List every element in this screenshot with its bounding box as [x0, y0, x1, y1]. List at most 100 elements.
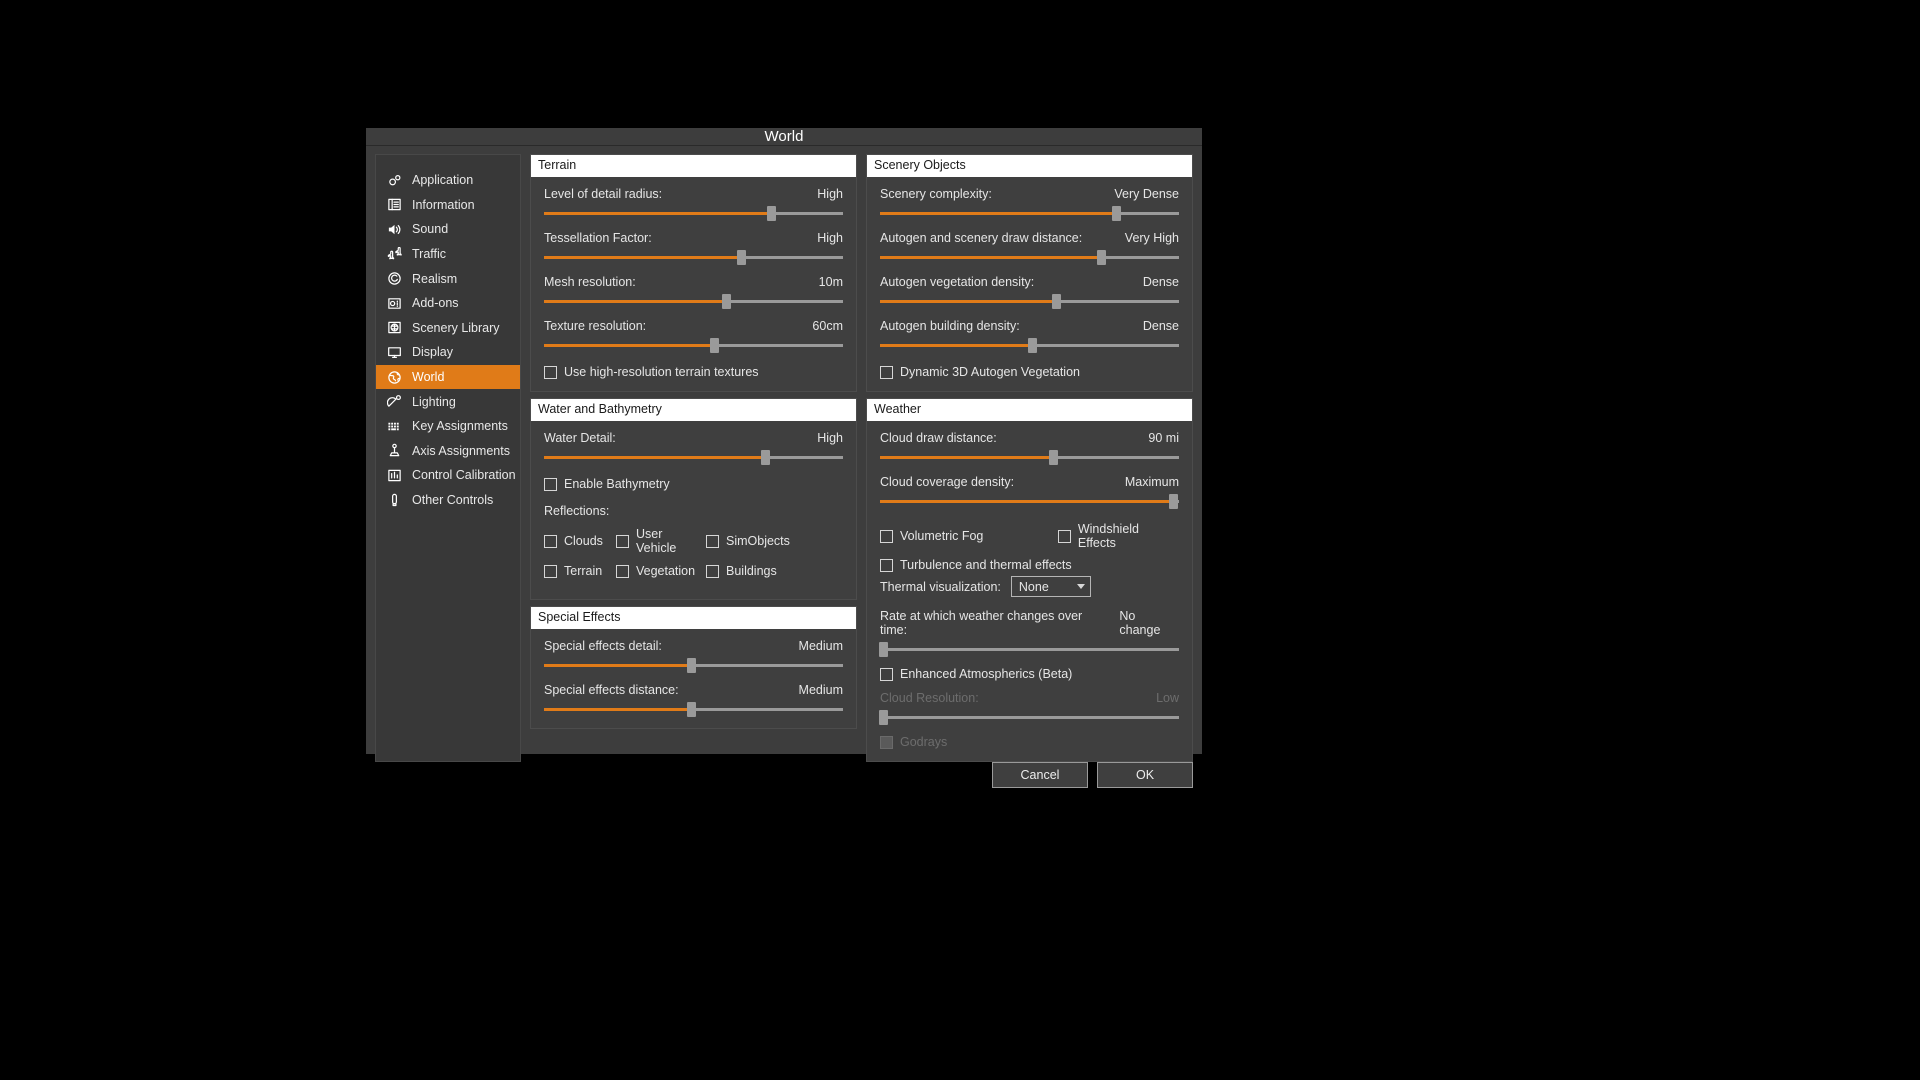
- slider-water-detail[interactable]: [544, 450, 843, 465]
- panel-weather-title: Weather: [867, 399, 1192, 421]
- sidebar-item-application[interactable]: Application: [376, 168, 520, 193]
- slider-texture-resolution[interactable]: [544, 338, 843, 353]
- checkbox-turbulence-thermal-effects[interactable]: Turbulence and thermal effects: [880, 558, 1179, 572]
- cancel-button[interactable]: Cancel: [992, 762, 1088, 788]
- slider-value: Very High: [1124, 231, 1179, 245]
- sidebar-item-other-controls[interactable]: Other Controls: [376, 488, 520, 513]
- panel-terrain: Terrain Level of detail radius: High Tesse…: [530, 154, 857, 392]
- checkbox-user-vehicle[interactable]: User Vehicle: [616, 527, 706, 555]
- sidebar-item-display[interactable]: Display: [376, 340, 520, 365]
- checkbox-box: [880, 529, 893, 543]
- slider-special-effects-detail[interactable]: [544, 658, 843, 673]
- slider-knob[interactable]: [722, 294, 732, 309]
- slider-knob[interactable]: [1028, 338, 1038, 353]
- slider-label: Special effects distance:: [544, 683, 679, 697]
- sidebar-item-label: Traffic: [412, 247, 447, 262]
- checkbox-clouds[interactable]: Clouds: [544, 527, 616, 555]
- aircraft-traffic-icon: [386, 246, 403, 263]
- slider-knob[interactable]: [1052, 294, 1062, 309]
- sidebar-item-traffic[interactable]: Traffic: [376, 242, 520, 267]
- checkbox-label: Turbulence and thermal effects: [900, 558, 1072, 572]
- checkbox-enhanced-atmospherics[interactable]: Enhanced Atmospherics (Beta): [880, 667, 1179, 681]
- thermal-visualization-value: None: [1018, 579, 1049, 594]
- slider-knob[interactable]: [1097, 250, 1107, 265]
- slider-label: Autogen vegetation density:: [880, 275, 1035, 289]
- slider-scenery-complexity[interactable]: [880, 206, 1179, 221]
- checkbox-box: [544, 477, 557, 491]
- slider-label: Cloud coverage density:: [880, 475, 1015, 489]
- slider-tessellation-factor[interactable]: [544, 250, 843, 265]
- slider-label-row: Level of detail radius: High: [544, 187, 843, 201]
- slider-knob[interactable]: [737, 250, 747, 265]
- slider-label-row: Autogen vegetation density: Dense: [880, 275, 1179, 289]
- checkbox-label: Clouds: [564, 534, 603, 548]
- sidebar-item-label: Add-ons: [412, 296, 459, 311]
- slider-label: Level of detail radius:: [544, 187, 663, 201]
- slider-value: Dense: [1142, 275, 1179, 289]
- checkbox-dynamic-3d-autogen-vegetation[interactable]: Dynamic 3D Autogen Vegetation: [880, 365, 1179, 379]
- sidebar-item-sound[interactable]: Sound: [376, 217, 520, 242]
- slider-cloud-coverage-density[interactable]: [880, 494, 1179, 509]
- sidebar-item-scenery-library[interactable]: Scenery Library: [376, 316, 520, 341]
- checkbox-enable-bathymetry[interactable]: Enable Bathymetry: [544, 477, 843, 491]
- settings-columns: Terrain Level of detail radius: High Tesse…: [530, 154, 1193, 762]
- scenery-sliders: Scenery complexity: Very Dense Autogen and…: [880, 187, 1179, 353]
- slider-knob[interactable]: [686, 702, 696, 717]
- settings-sidebar: Application Information Sound Traffic Realis…: [375, 154, 521, 762]
- checkbox-volumetric-fog[interactable]: Volumetric Fog: [880, 522, 1058, 550]
- speaker-icon: [386, 221, 403, 238]
- sidebar-item-add-ons[interactable]: Add-ons: [376, 291, 520, 316]
- controls-icon: [386, 492, 403, 509]
- slider-label-row: Texture resolution: 60cm: [544, 319, 843, 333]
- sidebar-item-information[interactable]: Information: [376, 193, 520, 218]
- slider-label-row: Tessellation Factor: High: [544, 231, 843, 245]
- sidebar-item-control-calibration[interactable]: Control Calibration: [376, 463, 520, 488]
- slider-autogen-and-scenery-draw-distance[interactable]: [880, 250, 1179, 265]
- slider-knob[interactable]: [767, 206, 777, 221]
- checkbox-windshield-effects[interactable]: Windshield Effects: [1057, 522, 1179, 550]
- sidebar-item-world[interactable]: World: [376, 364, 520, 390]
- panel-weather: Weather Cloud draw distance: 90 mi Cloud c…: [866, 398, 1193, 762]
- sidebar-item-lighting[interactable]: Lighting: [376, 389, 520, 414]
- checkbox-box: [880, 735, 893, 749]
- slider-value: 90 mi: [1148, 431, 1179, 445]
- slider-knob[interactable]: [710, 338, 720, 353]
- slider-row-level-of-detail-radius: Level of detail radius: High: [544, 187, 843, 221]
- slider-fill: [544, 664, 691, 667]
- checkbox-simobjects[interactable]: SimObjects: [706, 527, 790, 555]
- slider-knob[interactable]: [761, 450, 771, 465]
- calibration-icon: [386, 467, 403, 484]
- checkbox-box: [880, 667, 893, 681]
- checkbox-use-high-res-terrain-textures[interactable]: Use high-resolution terrain textures: [544, 365, 843, 379]
- thermal-visualization-label: Thermal visualization:: [880, 579, 1001, 594]
- checkbox-buildings[interactable]: Buildings: [706, 564, 778, 578]
- checkbox-label: Enhanced Atmospherics (Beta): [900, 667, 1073, 681]
- slider-row-special-effects-detail: Special effects detail: Medium: [544, 639, 843, 673]
- slider-label-row: Scenery complexity: Very Dense: [880, 187, 1179, 201]
- thermal-visualization-select[interactable]: None: [1010, 576, 1091, 597]
- sidebar-item-label: Application: [412, 173, 474, 188]
- slider-autogen-vegetation-density[interactable]: [880, 294, 1179, 309]
- slider-knob[interactable]: [878, 642, 888, 657]
- slider-fill: [544, 344, 715, 347]
- slider-level-of-detail-radius[interactable]: [544, 206, 843, 221]
- slider-mesh-resolution[interactable]: [544, 294, 843, 309]
- sidebar-item-key-assignments[interactable]: Key Assignments: [376, 414, 520, 439]
- slider-autogen-building-density[interactable]: [880, 338, 1179, 353]
- slider-knob[interactable]: [1112, 206, 1122, 221]
- keyboard-icon: [386, 418, 403, 435]
- checkbox-vegetation[interactable]: Vegetation: [616, 564, 706, 578]
- slider-knob[interactable]: [1169, 494, 1179, 509]
- slider-knob[interactable]: [686, 658, 696, 673]
- checkbox-box: [1057, 529, 1071, 543]
- slider-knob[interactable]: [1049, 450, 1059, 465]
- ok-button[interactable]: OK: [1097, 762, 1193, 788]
- slider-special-effects-distance[interactable]: [544, 702, 843, 717]
- checkbox-label: Vegetation: [636, 564, 696, 578]
- checkbox-terrain[interactable]: Terrain: [544, 564, 616, 578]
- sidebar-item-axis-assignments[interactable]: Axis Assignments: [376, 439, 520, 464]
- slider-row-autogen-and-scenery-draw-distance: Autogen and scenery draw distance: Very H…: [880, 231, 1179, 265]
- slider-cloud-draw-distance[interactable]: [880, 450, 1179, 465]
- sidebar-item-realism[interactable]: Realism: [376, 266, 520, 291]
- slider-weather-change-rate[interactable]: [878, 642, 1179, 657]
